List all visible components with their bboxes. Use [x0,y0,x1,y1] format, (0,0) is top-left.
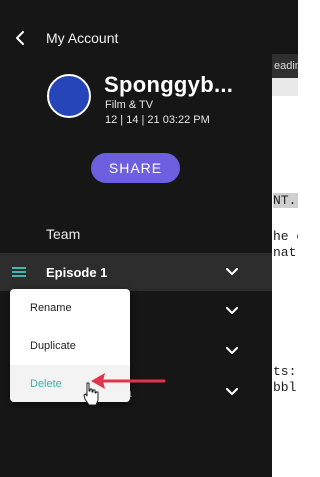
app-window: eadin NT. he c nat ts: bbl My Account Sp… [0,0,298,477]
doc-toolbar [272,0,298,54]
hand-cursor-icon [83,382,99,406]
account-name: Sponggyb... [104,72,234,97]
chevron-down-icon[interactable] [226,268,238,276]
episode-row[interactable]: Episode 1 [0,253,272,291]
chevron-down-icon[interactable] [226,347,238,355]
team-section-label[interactable]: Team [46,226,80,242]
doc-ruler [272,78,298,96]
red-arrow-icon [91,373,166,389]
doc-text-line: NT. [273,193,298,208]
delete-menu-item[interactable]: Delete [30,378,62,390]
avatar [47,74,91,118]
doc-text-line: bbl [273,380,297,395]
doc-text-line: nat [273,245,297,260]
doc-text-line: ts: [273,364,297,379]
chevron-down-icon[interactable] [226,388,238,396]
account-category: Film & TV [105,99,154,111]
chevron-down-icon[interactable] [226,307,238,315]
doc-text-line: he c [273,229,298,244]
page-title: My Account [46,30,119,46]
rename-menu-item[interactable]: Rename [30,302,72,314]
episode-title: Episode 1 [46,265,108,280]
doc-tab-label[interactable]: eadin [274,60,298,72]
background-document: eadin NT. he c nat ts: bbl [272,0,298,477]
account-sidebar: My Account Sponggyb... Film & TV 12 | 14… [0,0,272,477]
duplicate-menu-item[interactable]: Duplicate [30,340,76,352]
account-datetime: 12 | 14 | 21 03:22 PM [105,114,210,126]
hamburger-icon[interactable] [12,267,26,277]
share-button[interactable]: SHARE [91,153,180,183]
chevron-left-icon[interactable] [12,28,28,48]
